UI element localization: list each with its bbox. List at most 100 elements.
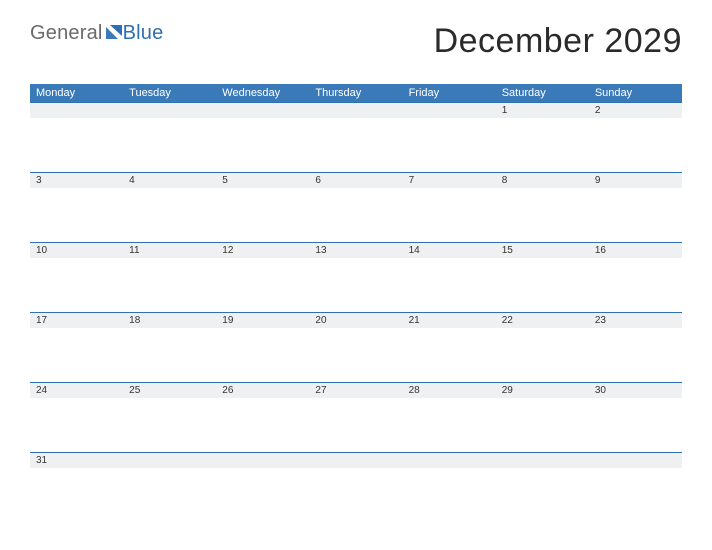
day-number: 9 (589, 172, 682, 188)
day-number: 22 (496, 312, 589, 328)
day-number: 15 (496, 242, 589, 258)
day-number: 7 (403, 172, 496, 188)
logo-mark-icon (106, 22, 122, 45)
week-row: 31 (30, 452, 682, 522)
day-cell: 20 (309, 312, 402, 382)
day-cell: 2 (589, 102, 682, 172)
day-of-week-header: Monday Tuesday Wednesday Thursday Friday… (30, 84, 682, 102)
day-number: 10 (30, 242, 123, 258)
day-number: 26 (216, 382, 309, 398)
day-cell (216, 102, 309, 172)
brand-logo: General Blue (30, 22, 163, 45)
day-cell: 6 (309, 172, 402, 242)
week-row: 1 2 (30, 102, 682, 172)
day-number: 31 (30, 452, 123, 468)
day-cell: 24 (30, 382, 123, 452)
day-number (123, 452, 216, 468)
day-cell (216, 452, 309, 522)
day-cell: 18 (123, 312, 216, 382)
logo-text-1: General (30, 22, 103, 45)
day-cell (403, 102, 496, 172)
week-row: 17 18 19 20 21 22 23 (30, 312, 682, 382)
dow-wed: Wednesday (216, 87, 309, 99)
day-number: 23 (589, 312, 682, 328)
day-number: 25 (123, 382, 216, 398)
calendar: Monday Tuesday Wednesday Thursday Friday… (30, 84, 682, 522)
day-cell: 4 (123, 172, 216, 242)
day-number (216, 452, 309, 468)
day-number: 16 (589, 242, 682, 258)
day-cell: 13 (309, 242, 402, 312)
day-cell (309, 102, 402, 172)
day-number: 12 (216, 242, 309, 258)
week-row: 24 25 26 27 28 29 30 (30, 382, 682, 452)
day-number (589, 452, 682, 468)
week-row: 3 4 5 6 7 8 9 (30, 172, 682, 242)
day-number: 24 (30, 382, 123, 398)
day-number: 8 (496, 172, 589, 188)
day-cell: 12 (216, 242, 309, 312)
day-number: 1 (496, 102, 589, 118)
dow-tue: Tuesday (123, 87, 216, 99)
day-number: 6 (309, 172, 402, 188)
day-cell: 3 (30, 172, 123, 242)
day-cell (123, 102, 216, 172)
day-cell: 17 (30, 312, 123, 382)
day-cell: 23 (589, 312, 682, 382)
day-cell: 16 (589, 242, 682, 312)
day-number: 18 (123, 312, 216, 328)
dow-mon: Monday (30, 87, 123, 99)
day-number: 5 (216, 172, 309, 188)
day-cell (123, 452, 216, 522)
day-number: 20 (309, 312, 402, 328)
day-number (216, 102, 309, 118)
day-cell: 29 (496, 382, 589, 452)
dow-thu: Thursday (309, 87, 402, 99)
logo-text-2: Blue (123, 22, 164, 45)
day-cell: 1 (496, 102, 589, 172)
day-number (30, 102, 123, 118)
day-cell: 10 (30, 242, 123, 312)
day-cell: 25 (123, 382, 216, 452)
week-row: 10 11 12 13 14 15 16 (30, 242, 682, 312)
day-cell: 15 (496, 242, 589, 312)
dow-sun: Sunday (589, 87, 682, 99)
header: General Blue December 2029 (0, 0, 712, 84)
day-number: 17 (30, 312, 123, 328)
day-number: 11 (123, 242, 216, 258)
day-number: 3 (30, 172, 123, 188)
day-cell: 7 (403, 172, 496, 242)
day-cell: 21 (403, 312, 496, 382)
day-cell (589, 452, 682, 522)
day-number (309, 102, 402, 118)
day-cell (403, 452, 496, 522)
day-number: 29 (496, 382, 589, 398)
day-cell (30, 102, 123, 172)
day-cell: 22 (496, 312, 589, 382)
day-number (123, 102, 216, 118)
day-cell (309, 452, 402, 522)
day-number (309, 452, 402, 468)
day-cell: 9 (589, 172, 682, 242)
day-cell: 31 (30, 452, 123, 522)
day-number: 21 (403, 312, 496, 328)
day-number: 28 (403, 382, 496, 398)
dow-sat: Saturday (496, 87, 589, 99)
page-title: December 2029 (434, 22, 682, 61)
day-number: 2 (589, 102, 682, 118)
day-cell: 11 (123, 242, 216, 312)
day-number: 27 (309, 382, 402, 398)
day-cell (496, 452, 589, 522)
day-cell: 27 (309, 382, 402, 452)
day-number (496, 452, 589, 468)
day-number: 19 (216, 312, 309, 328)
day-number: 14 (403, 242, 496, 258)
day-number (403, 452, 496, 468)
day-number: 13 (309, 242, 402, 258)
dow-fri: Friday (403, 87, 496, 99)
day-cell: 30 (589, 382, 682, 452)
day-number (403, 102, 496, 118)
day-number: 30 (589, 382, 682, 398)
day-cell: 14 (403, 242, 496, 312)
day-cell: 28 (403, 382, 496, 452)
